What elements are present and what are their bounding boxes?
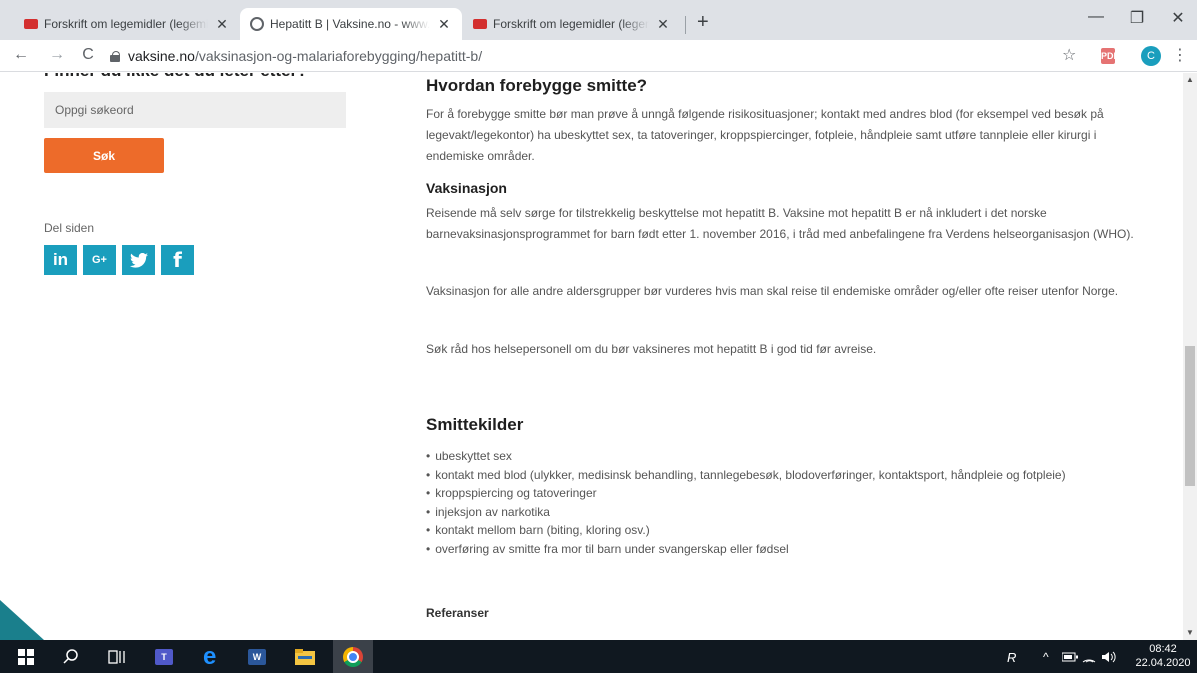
- vaccination-heading: Vaksinasjon: [426, 180, 507, 196]
- back-arrow-icon[interactable]: ←: [10, 44, 32, 66]
- vaccination-paragraph-1: Reisende må selv sørge for tilstrekkelig…: [426, 206, 1134, 241]
- tab-title: Forskrift om legemidler (legemid: [44, 17, 208, 31]
- wifi-icon[interactable]: [1082, 646, 1096, 668]
- teams-label: T: [155, 649, 173, 665]
- tab-close-icon[interactable]: ✕: [655, 16, 671, 33]
- search-icon[interactable]: [63, 646, 79, 668]
- forward-arrow-icon[interactable]: →: [46, 44, 68, 66]
- scrollbar-thumb[interactable]: [1185, 346, 1195, 486]
- chevron-up-icon[interactable]: ^: [1043, 646, 1049, 668]
- maximize-icon[interactable]: ❐: [1122, 8, 1152, 28]
- list-item: injeksjon av narkotika: [426, 503, 1066, 522]
- vaccination-paragraph-2: Vaksinasjon for alle andre aldersgrupper…: [426, 284, 1119, 298]
- browser-tab[interactable]: Forskrift om legemidler (legemid ✕: [463, 8, 681, 40]
- url-text: vaksine.no/vaksinasjon-og-malariaforebyg…: [128, 48, 482, 64]
- page-viewport: Finner du ikke det du leter etter? Søk D…: [0, 73, 1183, 640]
- url-path: /vaksinasjon-og-malariaforebygging/hepat…: [194, 48, 483, 64]
- vaccination-paragraph-3: Søk råd hos helsepersonell om du bør vak…: [426, 342, 877, 356]
- lock-icon: [110, 50, 120, 62]
- prevention-heading: Hvordan forebygge smitte?: [426, 76, 648, 95]
- windows-start-icon[interactable]: [18, 646, 34, 668]
- new-tab-button[interactable]: +: [697, 12, 709, 32]
- tab-close-icon[interactable]: ✕: [214, 16, 230, 33]
- profile-avatar[interactable]: C: [1141, 46, 1161, 66]
- list-item: overføring av smitte fra mor til barn un…: [426, 540, 1066, 559]
- reload-icon[interactable]: C: [77, 44, 99, 66]
- corner-decoration: [0, 600, 44, 640]
- prevention-paragraph: For å forebygge smitte bør man prøve å u…: [426, 107, 1104, 163]
- sidebar-search-heading: Finner du ikke det du leter etter?: [44, 73, 308, 81]
- chrome-taskbar-icon[interactable]: [333, 640, 373, 673]
- word-label: W: [248, 649, 266, 665]
- tab-separator: [685, 16, 686, 34]
- google-plus-icon: G+: [92, 254, 107, 266]
- tab-title: Hepatitt B | Vaksine.no - www.vak: [270, 17, 430, 31]
- list-item: ubeskyttet sex: [426, 447, 1066, 466]
- share-facebook-button[interactable]: f: [161, 245, 194, 275]
- clock-date: 22.04.2020: [1135, 657, 1191, 669]
- sources-heading: Smittekilder: [426, 415, 524, 434]
- twitter-icon: [129, 252, 148, 268]
- browser-toolbar: ← → C vaksine.no/vaksinasjon-og-malariaf…: [0, 40, 1197, 72]
- scroll-down-arrow-icon[interactable]: ▼: [1183, 626, 1197, 640]
- browser-tab-bar: Forskrift om legemidler (legemid ✕ Hepat…: [0, 0, 1197, 40]
- tab-title: Forskrift om legemidler (legemid: [493, 17, 649, 31]
- file-explorer-icon[interactable]: [295, 646, 315, 668]
- tab-close-icon[interactable]: ✕: [436, 16, 452, 33]
- keyboard-label: R: [1007, 649, 1017, 665]
- keyboard-icon[interactable]: R: [1007, 646, 1016, 668]
- browser-menu-icon[interactable]: ⋮: [1172, 45, 1188, 65]
- task-view-icon[interactable]: [108, 646, 126, 668]
- references-heading[interactable]: Referanser: [426, 606, 489, 620]
- url-host: vaksine.no: [128, 48, 195, 64]
- pdf-extension-icon[interactable]: PDF: [1101, 48, 1119, 64]
- sources-list: ubeskyttet sex kontakt med blod (ulykker…: [426, 447, 1066, 559]
- share-google-plus-button[interactable]: G+: [83, 245, 116, 275]
- scroll-up-arrow-icon[interactable]: ▲: [1183, 73, 1197, 87]
- close-window-icon[interactable]: ✕: [1163, 8, 1193, 28]
- search-button[interactable]: Søk: [44, 138, 164, 173]
- share-linkedin-button[interactable]: in: [44, 245, 77, 275]
- address-bar[interactable]: vaksine.no/vaksinasjon-og-malariaforebyg…: [110, 43, 1095, 69]
- chrome-icon: [343, 646, 363, 667]
- system-clock[interactable]: 08:42 22.04.2020: [1133, 642, 1193, 670]
- share-label: Del siden: [44, 221, 95, 235]
- browser-tab-active[interactable]: Hepatitt B | Vaksine.no - www.vak ✕: [240, 8, 462, 40]
- list-item: kontakt mellom barn (biting, kloring osv…: [426, 521, 1066, 540]
- share-twitter-button[interactable]: [122, 245, 155, 275]
- page-scrollbar[interactable]: ▲ ▼: [1183, 73, 1197, 640]
- volume-icon[interactable]: [1101, 646, 1117, 668]
- list-item: kroppspiercing og tatoveringer: [426, 484, 1066, 503]
- linkedin-icon: in: [52, 250, 69, 269]
- clock-time: 08:42: [1149, 643, 1177, 655]
- edge-label: e: [203, 643, 217, 670]
- globe-favicon-icon: [250, 17, 264, 31]
- windows-taskbar: T e W R ^ 08:42 22.04.2020: [0, 640, 1197, 673]
- search-input[interactable]: [44, 92, 346, 128]
- edge-icon[interactable]: e: [203, 643, 217, 670]
- list-item: kontakt med blod (ulykker, medisinsk beh…: [426, 466, 1065, 485]
- bookmark-star-icon[interactable]: ☆: [1062, 45, 1076, 65]
- favicon-icon: [24, 19, 38, 29]
- teams-icon[interactable]: T: [155, 646, 173, 668]
- favicon-icon: [473, 19, 487, 29]
- battery-icon[interactable]: [1062, 646, 1078, 668]
- minimize-icon[interactable]: —: [1081, 8, 1111, 26]
- browser-tab[interactable]: Forskrift om legemidler (legemid ✕: [14, 8, 240, 40]
- word-icon[interactable]: W: [248, 646, 266, 668]
- facebook-icon: f: [173, 248, 182, 272]
